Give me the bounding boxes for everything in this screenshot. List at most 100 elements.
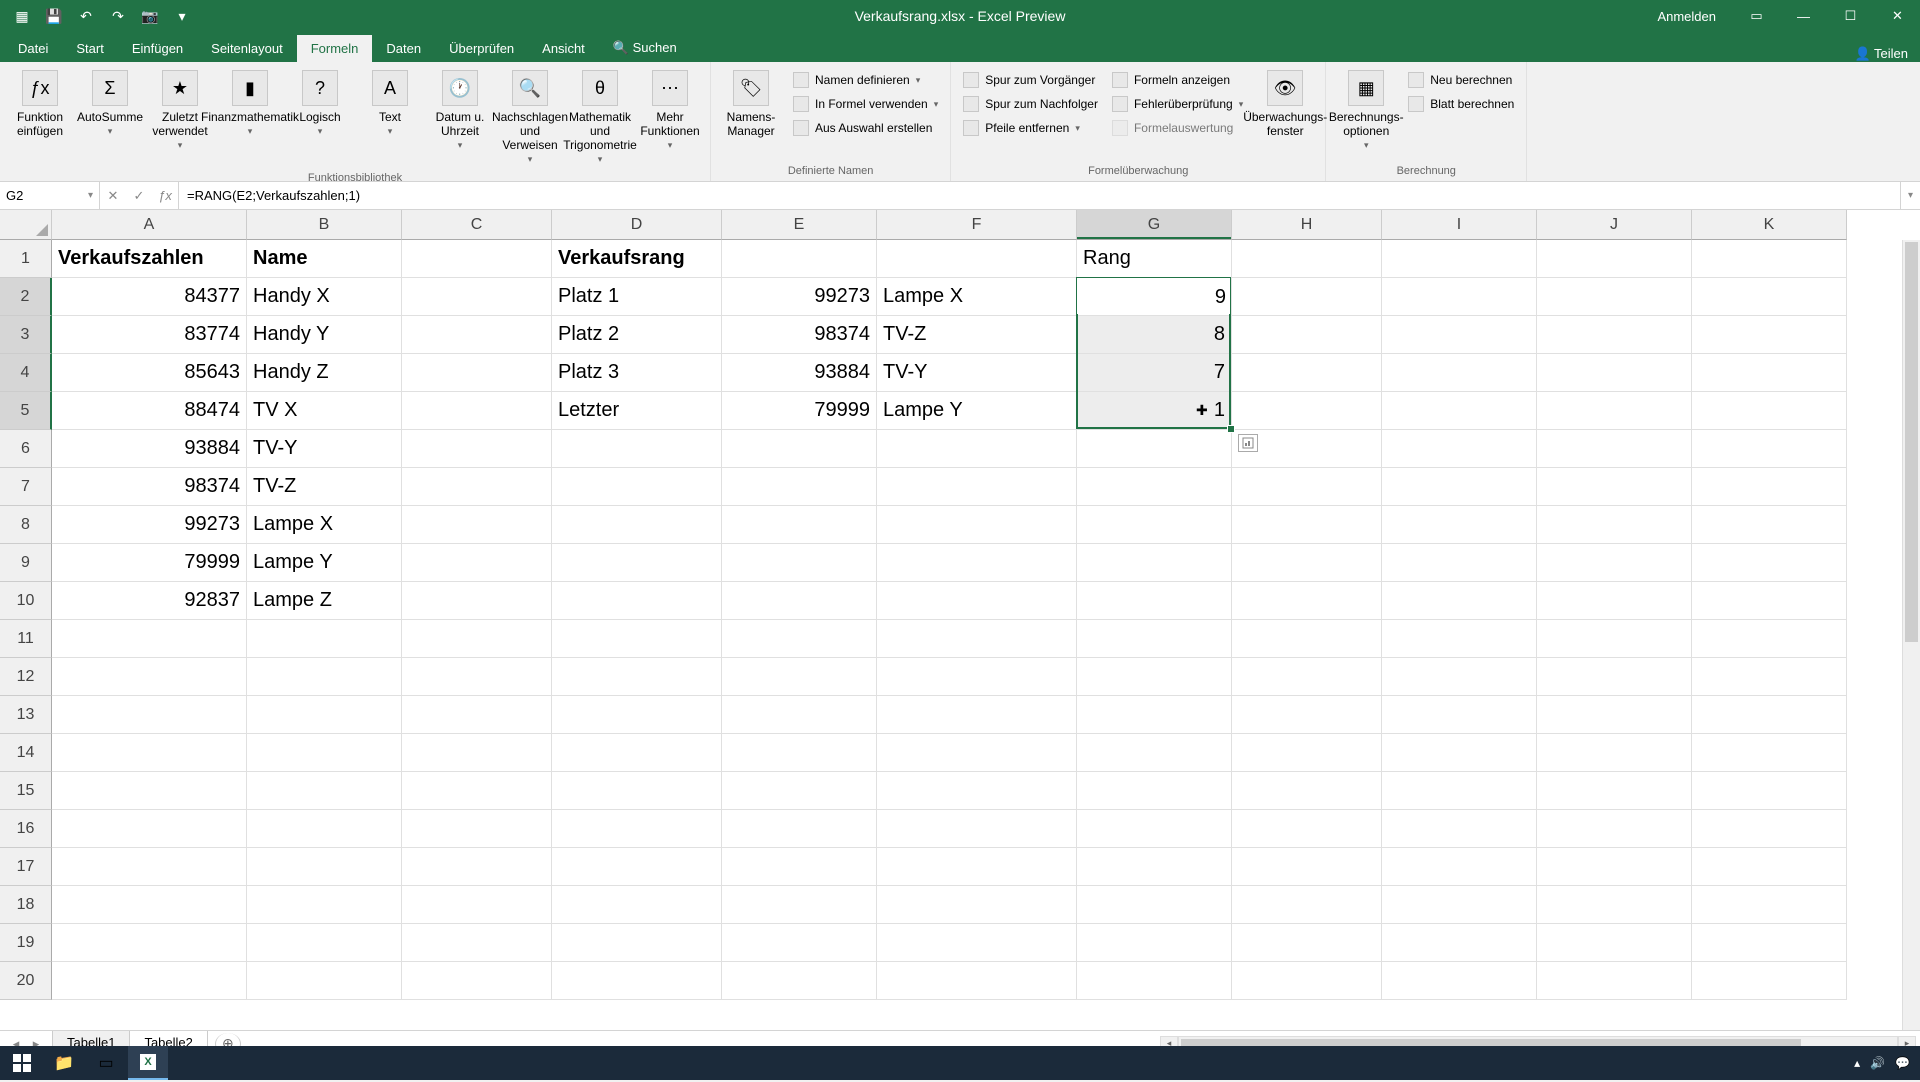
- cell-D4[interactable]: Platz 3: [552, 354, 722, 392]
- cell-G7[interactable]: [1077, 468, 1232, 506]
- cell-G2[interactable]: 9: [1077, 278, 1232, 316]
- cell-J9[interactable]: [1537, 544, 1692, 582]
- tab-datei[interactable]: Datei: [4, 35, 62, 62]
- cell-D9[interactable]: [552, 544, 722, 582]
- row-header-9[interactable]: 9: [0, 544, 52, 582]
- tray-notifications-icon[interactable]: 💬: [1895, 1056, 1910, 1070]
- cell-D7[interactable]: [552, 468, 722, 506]
- fill-handle[interactable]: [1227, 425, 1235, 433]
- cell-A20[interactable]: [52, 962, 247, 1000]
- row-header-11[interactable]: 11: [0, 620, 52, 658]
- minimize-button[interactable]: —: [1781, 0, 1826, 32]
- row-header-10[interactable]: 10: [0, 582, 52, 620]
- cell-C16[interactable]: [402, 810, 552, 848]
- column-header-J[interactable]: J: [1537, 210, 1692, 240]
- cell-F5[interactable]: Lampe Y: [877, 392, 1077, 430]
- cell-K4[interactable]: [1692, 354, 1847, 392]
- cell-F17[interactable]: [877, 848, 1077, 886]
- tab-ueberpruefen[interactable]: Überprüfen: [435, 35, 528, 62]
- cell-A10[interactable]: 92837: [52, 582, 247, 620]
- cell-A6[interactable]: 93884: [52, 430, 247, 468]
- cell-C6[interactable]: [402, 430, 552, 468]
- cell-F18[interactable]: [877, 886, 1077, 924]
- cell-I11[interactable]: [1382, 620, 1537, 658]
- cell-B1[interactable]: Name: [247, 240, 402, 278]
- maximize-button[interactable]: ☐: [1828, 0, 1873, 32]
- tray-up-icon[interactable]: ▴: [1854, 1056, 1860, 1070]
- cell-J3[interactable]: [1537, 316, 1692, 354]
- cell-D3[interactable]: Platz 2: [552, 316, 722, 354]
- cell-K9[interactable]: [1692, 544, 1847, 582]
- cell-A14[interactable]: [52, 734, 247, 772]
- expand-formula-bar[interactable]: ▾: [1900, 182, 1920, 209]
- cell-K17[interactable]: [1692, 848, 1847, 886]
- cell-E19[interactable]: [722, 924, 877, 962]
- cell-G14[interactable]: [1077, 734, 1232, 772]
- cell-E4[interactable]: 93884: [722, 354, 877, 392]
- cell-K10[interactable]: [1692, 582, 1847, 620]
- cell-J8[interactable]: [1537, 506, 1692, 544]
- cell-F10[interactable]: [877, 582, 1077, 620]
- cell-H4[interactable]: [1232, 354, 1382, 392]
- column-header-H[interactable]: H: [1232, 210, 1382, 240]
- insert-function-fb-button[interactable]: ƒx: [152, 188, 178, 203]
- row-header-7[interactable]: 7: [0, 468, 52, 506]
- cell-E7[interactable]: [722, 468, 877, 506]
- column-header-E[interactable]: E: [722, 210, 877, 240]
- trace-precedents-button[interactable]: Spur zum Vorgänger: [959, 70, 1102, 90]
- taskbar-file-explorer[interactable]: 📁: [44, 1046, 84, 1080]
- cell-B19[interactable]: [247, 924, 402, 962]
- taskbar-excel[interactable]: X: [128, 1046, 168, 1080]
- cell-J20[interactable]: [1537, 962, 1692, 1000]
- cell-G20[interactable]: [1077, 962, 1232, 1000]
- select-all-corner[interactable]: [0, 210, 52, 240]
- cell-K8[interactable]: [1692, 506, 1847, 544]
- cell-C1[interactable]: [402, 240, 552, 278]
- cell-B6[interactable]: TV-Y: [247, 430, 402, 468]
- row-header-14[interactable]: 14: [0, 734, 52, 772]
- row-header-13[interactable]: 13: [0, 696, 52, 734]
- cell-D1[interactable]: Verkaufsrang: [552, 240, 722, 278]
- cell-B9[interactable]: Lampe Y: [247, 544, 402, 582]
- cell-I4[interactable]: [1382, 354, 1537, 392]
- cell-E14[interactable]: [722, 734, 877, 772]
- column-header-C[interactable]: C: [402, 210, 552, 240]
- cell-E20[interactable]: [722, 962, 877, 1000]
- cell-C11[interactable]: [402, 620, 552, 658]
- cell-K16[interactable]: [1692, 810, 1847, 848]
- cell-I12[interactable]: [1382, 658, 1537, 696]
- error-checking-button[interactable]: Fehlerüberprüfung: [1108, 94, 1247, 114]
- cell-E3[interactable]: 98374: [722, 316, 877, 354]
- cell-F12[interactable]: [877, 658, 1077, 696]
- cell-J12[interactable]: [1537, 658, 1692, 696]
- cell-A17[interactable]: [52, 848, 247, 886]
- cell-K11[interactable]: [1692, 620, 1847, 658]
- cell-H3[interactable]: [1232, 316, 1382, 354]
- cell-F3[interactable]: TV-Z: [877, 316, 1077, 354]
- tab-start[interactable]: Start: [62, 35, 117, 62]
- cell-F9[interactable]: [877, 544, 1077, 582]
- taskbar-app[interactable]: ▭: [86, 1046, 126, 1080]
- cell-B5[interactable]: TV X: [247, 392, 402, 430]
- cell-J10[interactable]: [1537, 582, 1692, 620]
- cell-A13[interactable]: [52, 696, 247, 734]
- cell-I5[interactable]: [1382, 392, 1537, 430]
- cell-G9[interactable]: [1077, 544, 1232, 582]
- row-header-5[interactable]: 5: [0, 392, 52, 430]
- cell-H9[interactable]: [1232, 544, 1382, 582]
- cell-K5[interactable]: [1692, 392, 1847, 430]
- cell-D13[interactable]: [552, 696, 722, 734]
- cell-C13[interactable]: [402, 696, 552, 734]
- cell-A12[interactable]: [52, 658, 247, 696]
- cell-C4[interactable]: [402, 354, 552, 392]
- cell-E11[interactable]: [722, 620, 877, 658]
- start-button[interactable]: [2, 1046, 42, 1080]
- cell-G10[interactable]: [1077, 582, 1232, 620]
- column-header-I[interactable]: I: [1382, 210, 1537, 240]
- cell-A4[interactable]: 85643: [52, 354, 247, 392]
- share-button[interactable]: 👤 Teilen: [1854, 46, 1908, 62]
- cell-J16[interactable]: [1537, 810, 1692, 848]
- row-header-1[interactable]: 1: [0, 240, 52, 278]
- cell-B13[interactable]: [247, 696, 402, 734]
- cell-A11[interactable]: [52, 620, 247, 658]
